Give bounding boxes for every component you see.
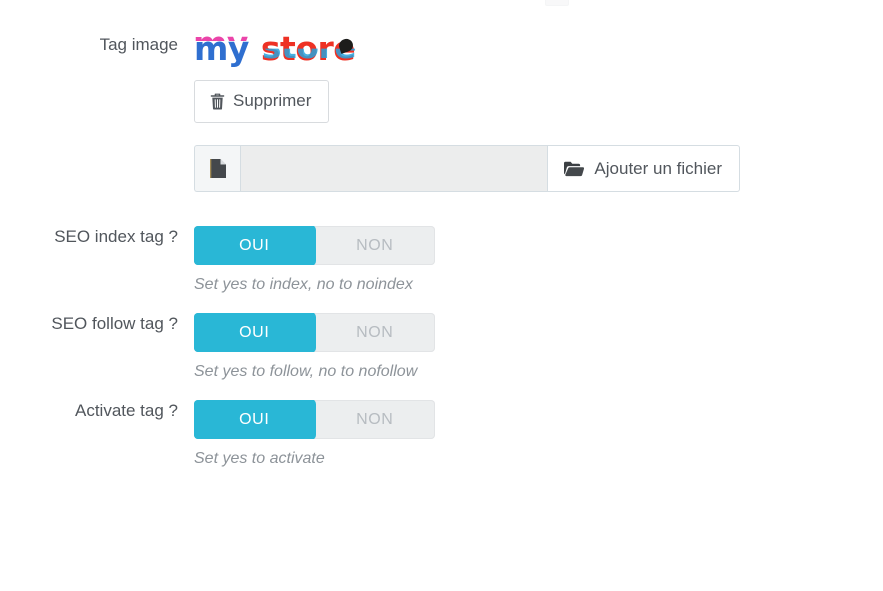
logo-word-store: store: [261, 29, 356, 68]
activate-label: Activate tag ?: [74, 401, 178, 420]
form-row-file-input: Ajouter un fichier: [0, 145, 883, 192]
seo-index-toggle-yes[interactable]: OUI: [194, 226, 315, 265]
activate-field: OUI NON Set yes to activate: [194, 400, 883, 469]
seo-index-toggle[interactable]: OUI NON: [194, 226, 435, 265]
spacer-after-seo-follow: [0, 382, 883, 400]
spacer-after-file: [0, 192, 883, 226]
seo-index-label: SEO index tag ?: [54, 227, 178, 246]
logo-word-my: my: [194, 29, 249, 68]
file-icon-box: [194, 145, 240, 192]
tag-settings-form: Tag image mystore Supprimer: [0, 0, 883, 469]
activate-toggle[interactable]: OUI NON: [194, 400, 435, 439]
form-row-seo-follow: SEO follow tag ? OUI NON Set yes to foll…: [0, 313, 883, 382]
tag-image-preview: mystore: [194, 26, 883, 70]
spacer-after-image: [0, 123, 883, 145]
seo-follow-toggle[interactable]: OUI NON: [194, 313, 435, 352]
activate-help: Set yes to activate: [194, 450, 325, 467]
add-file-label: Ajouter un fichier: [594, 158, 722, 178]
seo-index-toggle-no[interactable]: NON: [315, 226, 436, 265]
form-row-tag-image: Tag image mystore Supprimer: [0, 32, 883, 123]
tag-image-field: mystore Supprimer: [194, 32, 883, 123]
form-row-seo-index: SEO index tag ? OUI NON Set yes to index…: [0, 226, 883, 295]
open-folder-icon: [564, 161, 585, 177]
seo-follow-help: Set yes to follow, no to nofollow: [194, 363, 418, 380]
seo-index-field: OUI NON Set yes to index, no to noindex: [194, 226, 883, 295]
seo-follow-field: OUI NON Set yes to follow, no to nofollo…: [194, 313, 883, 382]
seo-follow-toggle-no[interactable]: NON: [315, 313, 436, 352]
file-icon: [209, 159, 226, 178]
spacer-after-seo-index: [0, 295, 883, 313]
seo-follow-toggle-yes[interactable]: OUI: [194, 313, 315, 352]
file-input-group: Ajouter un fichier: [194, 145, 740, 192]
file-input-field: Ajouter un fichier: [194, 145, 883, 192]
activate-toggle-yes[interactable]: OUI: [194, 400, 315, 439]
seo-follow-label: SEO follow tag ?: [51, 314, 178, 333]
form-row-activate: Activate tag ? OUI NON Set yes to activa…: [0, 400, 883, 469]
delete-image-label: Supprimer: [233, 91, 312, 110]
seo-index-help: Set yes to index, no to noindex: [194, 276, 413, 293]
tag-image-label: Tag image: [99, 35, 178, 54]
file-name-input[interactable]: [240, 145, 549, 192]
cut-off-element-above: [545, 0, 569, 6]
add-file-button[interactable]: Ajouter un fichier: [548, 145, 740, 192]
my-store-logo: mystore: [194, 29, 356, 68]
trash-icon: [210, 93, 225, 110]
delete-image-button[interactable]: Supprimer: [194, 80, 330, 123]
activate-toggle-no[interactable]: NON: [315, 400, 436, 439]
